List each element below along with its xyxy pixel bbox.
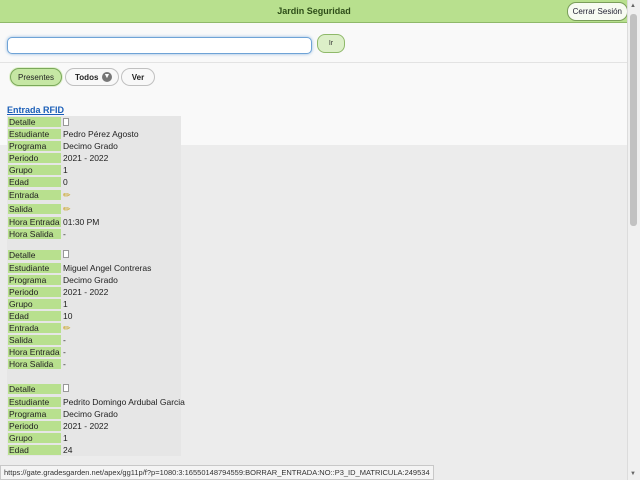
field-label: Hora Entrada	[8, 217, 61, 227]
field-value: 1	[63, 299, 68, 309]
field-value: 1	[63, 165, 68, 175]
record-card: Detalle Estudiante Miguel Angel Contrera…	[7, 248, 181, 370]
record-row: Programa Decimo Grado	[7, 408, 181, 420]
app-header: Jardin Seguridad Cerrar Sesión	[0, 0, 628, 23]
record-row: Estudiante Pedrito Domingo Ardubal Garci…	[7, 396, 185, 408]
status-bar-url: https://gate.gradesgarden.net/apex/gg11p…	[0, 465, 434, 480]
field-label: Hora Entrada	[8, 347, 61, 357]
field-value: -	[63, 347, 66, 357]
record-row: Grupo 1	[7, 164, 181, 176]
record-row: Programa Decimo Grado	[7, 140, 181, 152]
field-label: Grupo	[8, 165, 61, 175]
record-row: Estudiante Pedro Pérez Agosto	[7, 128, 181, 140]
record-card: Detalle Estudiante Pedro Pérez Agosto Pr…	[7, 116, 181, 240]
field-label: Detalle	[8, 117, 61, 127]
field-value: -	[63, 335, 66, 345]
search-input[interactable]	[7, 37, 312, 54]
record-row: Detalle	[7, 248, 181, 262]
field-label: Edad	[8, 177, 61, 187]
field-label: Edad	[8, 445, 61, 455]
field-label: Hora Salida	[8, 359, 61, 369]
field-value: Pedrito Domingo Ardubal Garcia	[63, 397, 185, 407]
record-row: Periodo 2021 - 2022	[7, 420, 181, 432]
record-row: Hora Salida -	[7, 228, 181, 240]
field-value: Decimo Grado	[63, 409, 118, 419]
record-row: Salida ✏	[7, 202, 181, 216]
field-value: Decimo Grado	[63, 275, 118, 285]
record-row: Periodo 2021 - 2022	[7, 152, 181, 164]
field-label: Periodo	[8, 287, 61, 297]
go-button[interactable]: Ir	[317, 34, 345, 53]
field-value: Pedro Pérez Agosto	[63, 129, 139, 139]
field-label: Periodo	[8, 421, 61, 431]
record-row: Hora Entrada -	[7, 346, 181, 358]
field-label: Detalle	[8, 384, 61, 394]
presentes-button[interactable]: Presentes	[10, 68, 62, 86]
field-label: Periodo	[8, 153, 61, 163]
field-label: Grupo	[8, 299, 61, 309]
record-row: Grupo 1	[7, 432, 181, 444]
field-label: Programa	[8, 409, 61, 419]
scroll-down-icon[interactable]: ▼	[630, 471, 636, 477]
key-icon[interactable]: ✏	[63, 204, 71, 214]
document-icon[interactable]	[63, 118, 69, 126]
scroll-up-icon[interactable]: ▲	[630, 3, 636, 9]
record-row: Programa Decimo Grado	[7, 274, 181, 286]
field-label: Estudiante	[8, 397, 61, 407]
field-label: Entrada	[8, 323, 61, 333]
field-value: 2021 - 2022	[63, 153, 109, 163]
divider	[0, 62, 628, 63]
record-row: Periodo 2021 - 2022	[7, 286, 181, 298]
record-row: Entrada ✏	[7, 188, 181, 202]
field-label: Programa	[8, 141, 61, 151]
field-label: Salida	[8, 335, 61, 345]
record-row: Hora Entrada 01:30 PM	[7, 216, 181, 228]
document-icon[interactable]	[63, 250, 69, 258]
field-value: 24	[63, 445, 73, 455]
record-row: Detalle	[7, 382, 181, 396]
key-icon[interactable]: ✏	[63, 190, 71, 200]
field-label: Hora Salida	[8, 229, 61, 239]
field-value: Decimo Grado	[63, 141, 118, 151]
key-icon[interactable]: ✏	[63, 323, 71, 333]
field-label: Salida	[8, 204, 61, 214]
field-value: 2021 - 2022	[63, 287, 109, 297]
todos-select[interactable]: Todos ▼	[65, 68, 119, 86]
todos-label: Todos	[75, 73, 99, 82]
vertical-scrollbar[interactable]: ▲ ▼	[627, 0, 640, 480]
ver-button[interactable]: Ver	[121, 68, 155, 86]
record-card: Detalle Estudiante Pedrito Domingo Ardub…	[7, 382, 185, 456]
records-list: Detalle Estudiante Pedro Pérez Agosto Pr…	[7, 116, 185, 456]
document-icon[interactable]	[63, 384, 69, 392]
field-value: 0	[63, 177, 68, 187]
field-label: Estudiante	[8, 263, 61, 273]
field-label: Programa	[8, 275, 61, 285]
field-value: 10	[63, 311, 73, 321]
report-title-link[interactable]: Entrada RFID	[7, 105, 64, 115]
chevron-down-icon: ▼	[102, 72, 112, 82]
field-value: 01:30 PM	[63, 217, 100, 227]
logout-button[interactable]: Cerrar Sesión	[566, 2, 628, 21]
record-row: Detalle	[7, 116, 181, 128]
record-row: Salida -	[7, 334, 181, 346]
field-value: 2021 - 2022	[63, 421, 109, 431]
record-row: Grupo 1	[7, 298, 181, 310]
record-row: Edad 24	[7, 444, 181, 456]
field-label: Estudiante	[8, 129, 61, 139]
record-row: Edad 0	[7, 176, 181, 188]
page-title: Jardin Seguridad	[277, 6, 351, 16]
field-value: -	[63, 229, 66, 239]
field-label: Detalle	[8, 250, 61, 260]
scroll-thumb[interactable]	[630, 14, 637, 226]
field-value: Miguel Angel Contreras	[63, 263, 152, 273]
record-row: Entrada ✏	[7, 322, 181, 334]
field-label: Entrada	[8, 190, 61, 200]
record-row: Edad 10	[7, 310, 181, 322]
field-label: Grupo	[8, 433, 61, 443]
field-value: -	[63, 359, 66, 369]
record-row: Estudiante Miguel Angel Contreras	[7, 262, 181, 274]
record-row: Hora Salida -	[7, 358, 181, 370]
field-label: Edad	[8, 311, 61, 321]
field-value: 1	[63, 433, 68, 443]
